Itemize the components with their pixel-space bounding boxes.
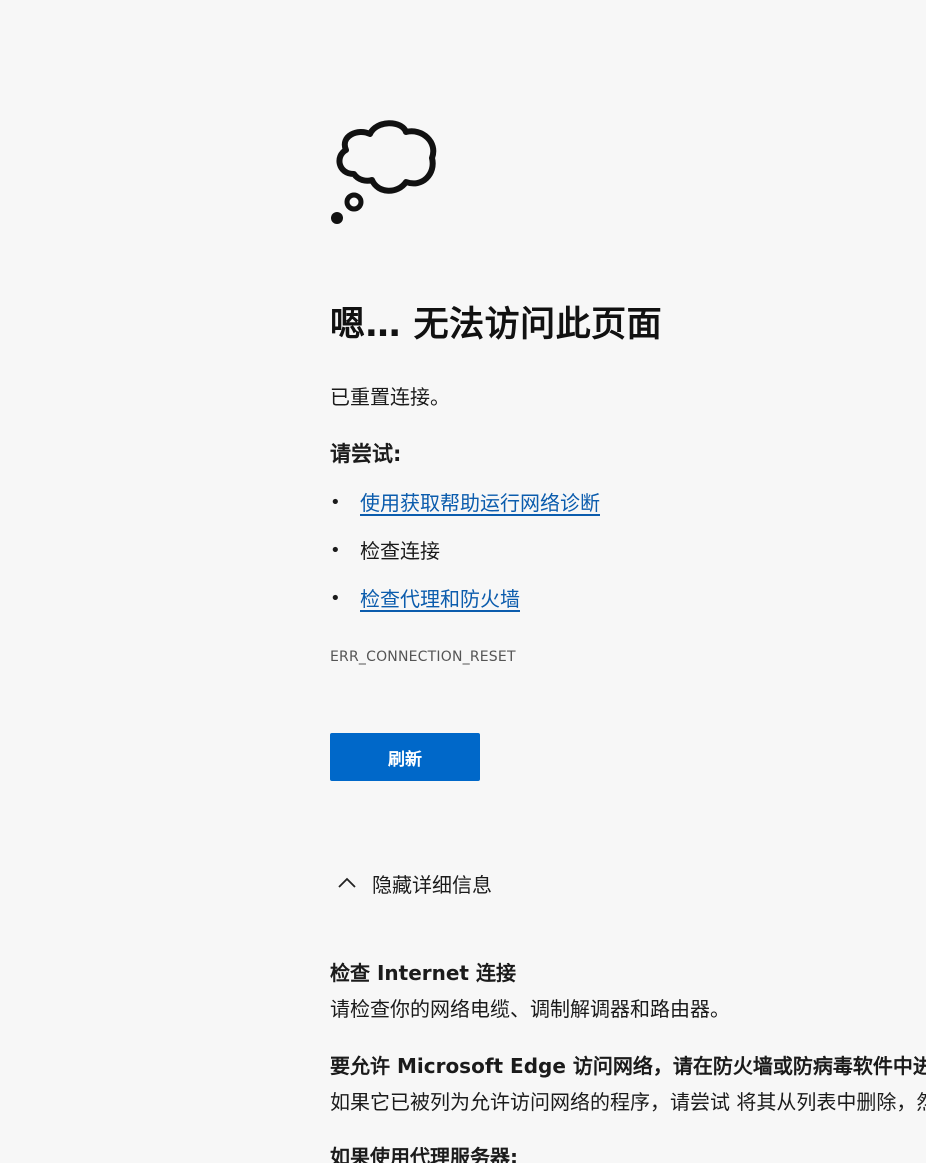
refresh-button[interactable]: 刷新: [330, 733, 480, 781]
error-subtitle: 已重置连接。: [330, 385, 450, 409]
bullet: •: [330, 540, 341, 561]
detail-heading-proxy: 如果使用代理服务器:: [330, 1145, 518, 1163]
page-title: 嗯… 无法访问此页面: [330, 305, 663, 345]
detail-heading-internet: 检查 Internet 连接: [330, 961, 516, 985]
detail-heading-firewall: 要允许 Microsoft Edge 访问网络，请在防火墙或防病毒软件中进行设置: [330, 1054, 926, 1078]
chevron-up-icon: [338, 877, 356, 888]
suggestion-item: • 检查代理和防火墙: [330, 582, 600, 630]
suggestion-item: • 使用获取帮助运行网络诊断: [330, 486, 600, 534]
suggestion-item: • 检查连接: [330, 534, 600, 582]
bullet: •: [330, 492, 341, 513]
hide-details-label: 隐藏详细信息: [372, 872, 492, 897]
error-code: ERR_CONNECTION_RESET: [330, 649, 516, 665]
detail-text-internet: 请检查你的网络电缆、调制解调器和路由器。: [330, 997, 730, 1021]
error-page: 嗯… 无法访问此页面 已重置连接。 请尝试: • 使用获取帮助运行网络诊断 • …: [0, 0, 926, 1163]
proxy-firewall-link[interactable]: 检查代理和防火墙: [360, 587, 520, 611]
bullet: •: [330, 588, 341, 609]
suggestion-list: • 使用获取帮助运行网络诊断 • 检查连接 • 检查代理和防火墙: [330, 486, 600, 630]
try-heading: 请尝试:: [330, 442, 402, 466]
thought-bubble-icon: [330, 116, 440, 228]
detail-text-firewall: 如果它已被列为允许访问网络的程序，请尝试 将其从列表中删除，然后重新添加。: [330, 1090, 926, 1114]
check-connection-text: 检查连接: [360, 539, 440, 563]
network-diagnostics-link[interactable]: 使用获取帮助运行网络诊断: [360, 491, 600, 515]
hide-details-toggle[interactable]: 隐藏详细信息: [336, 868, 492, 898]
